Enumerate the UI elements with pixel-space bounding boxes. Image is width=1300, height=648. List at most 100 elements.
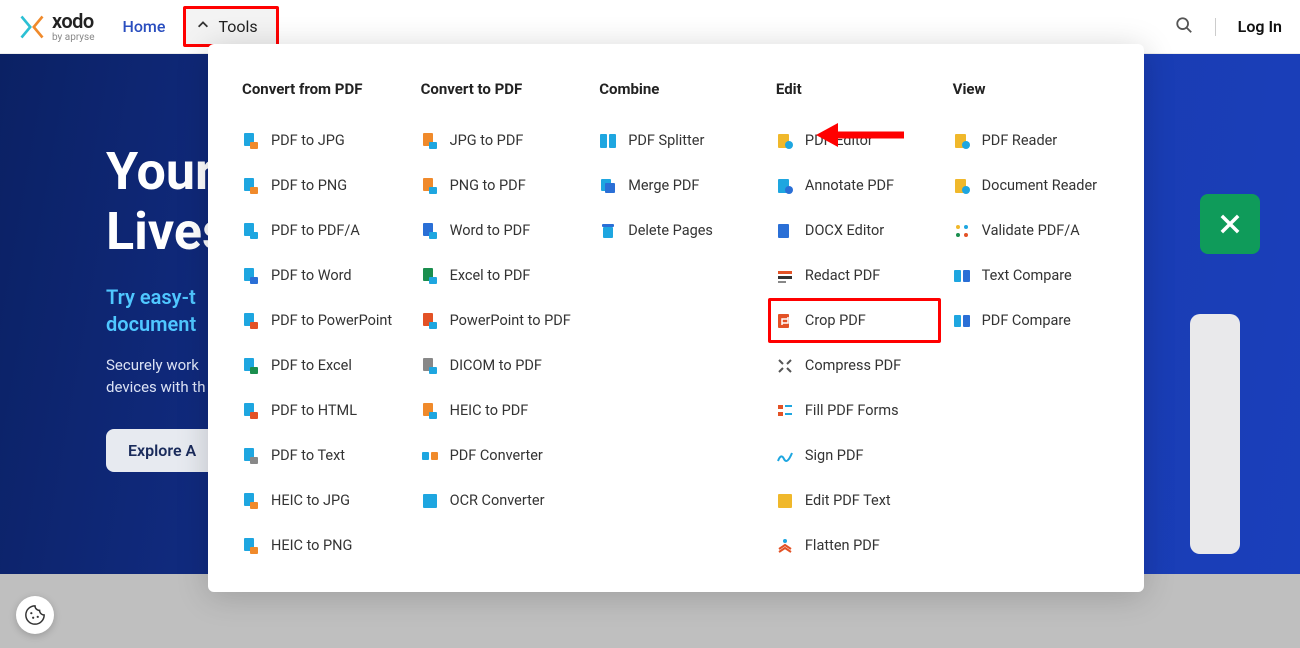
item-text-compare[interactable]: Text Compare (953, 253, 1110, 298)
forms-icon (776, 402, 794, 420)
text-edit-icon (776, 492, 794, 510)
item-annotate-pdf[interactable]: Annotate PDF (776, 163, 941, 208)
phone-mockup (1190, 314, 1240, 554)
item-merge-pdf[interactable]: Merge PDF (599, 163, 764, 208)
nav-tools-button[interactable]: Tools (183, 6, 278, 47)
brand-name: xodo (52, 11, 95, 31)
item-pdf-compare[interactable]: PDF Compare (953, 298, 1110, 343)
doc-reader-icon (953, 177, 971, 195)
pdf-compare-icon (953, 312, 971, 330)
item-pdf-converter[interactable]: PDF Converter (421, 433, 588, 478)
item-pdf-to-excel[interactable]: PDF to Excel (242, 343, 409, 388)
compress-icon (776, 357, 794, 375)
item-pdf-splitter[interactable]: PDF Splitter (599, 118, 764, 163)
hero-desc-line1: Securely work (106, 356, 199, 374)
nav-home[interactable]: Home (123, 17, 166, 36)
file-icon (242, 402, 260, 420)
validate-icon (953, 222, 971, 240)
item-pdf-to-html[interactable]: PDF to HTML (242, 388, 409, 433)
item-pdf-to-ppt[interactable]: PDF to PowerPoint (242, 298, 409, 343)
item-pdf-reader[interactable]: PDF Reader (953, 118, 1110, 163)
item-fill-forms[interactable]: Fill PDF Forms (776, 388, 941, 433)
file-icon (242, 537, 260, 555)
item-validate-pdfa[interactable]: Validate PDF/A (953, 208, 1110, 253)
item-crop-pdf[interactable]: Crop PDF (768, 298, 941, 343)
col-head-combine: Combine (599, 80, 764, 98)
tools-mega-menu: Convert from PDF PDF to JPG PDF to PNG P… (208, 44, 1144, 592)
file-icon (421, 312, 439, 330)
search-icon[interactable] (1175, 16, 1193, 38)
item-pdf-to-png[interactable]: PDF to PNG (242, 163, 409, 208)
item-pdf-to-word[interactable]: PDF to Word (242, 253, 409, 298)
hero-desc-line2: devices with th (106, 378, 205, 396)
reader-icon (953, 132, 971, 150)
file-icon (242, 132, 260, 150)
item-pdf-to-jpg[interactable]: PDF to JPG (242, 118, 409, 163)
login-link[interactable]: Log In (1238, 17, 1282, 36)
editor-icon (776, 132, 794, 150)
cookie-settings-button[interactable] (16, 596, 54, 634)
col-head-convert-to: Convert to PDF (421, 80, 588, 98)
item-heic-to-pdf[interactable]: HEIC to PDF (421, 388, 588, 433)
item-word-to-pdf[interactable]: Word to PDF (421, 208, 588, 253)
item-delete-pages[interactable]: Delete Pages (599, 208, 764, 253)
menu-col-combine: Combine PDF Splitter Merge PDF Delete Pa… (599, 80, 764, 572)
item-ocr-converter[interactable]: OCR Converter (421, 478, 588, 523)
annotation-arrow-icon (816, 120, 906, 154)
item-heic-to-jpg[interactable]: HEIC to JPG (242, 478, 409, 523)
brand-byline: by apryse (52, 33, 95, 43)
file-icon (421, 177, 439, 195)
explore-button[interactable]: Explore A (106, 429, 218, 472)
file-icon (242, 447, 260, 465)
hero-subtitle-line2: document (106, 312, 196, 336)
col-head-edit: Edit (776, 80, 941, 98)
separator (1215, 18, 1216, 36)
item-docx-editor[interactable]: DOCX Editor (776, 208, 941, 253)
item-excel-to-pdf[interactable]: Excel to PDF (421, 253, 588, 298)
file-icon (242, 222, 260, 240)
col-head-view: View (953, 80, 1110, 98)
ocr-icon (421, 492, 439, 510)
item-edit-pdf-text[interactable]: Edit PDF Text (776, 478, 941, 523)
trash-icon (599, 222, 617, 240)
split-icon (599, 132, 617, 150)
menu-col-convert-from-pdf: Convert from PDF PDF to JPG PDF to PNG P… (242, 80, 409, 572)
item-pdf-to-text[interactable]: PDF to Text (242, 433, 409, 478)
hero-subtitle-line1: Try easy-t (106, 285, 196, 309)
header-right: Log In (1175, 16, 1282, 38)
menu-col-view: View PDF Reader Document Reader Validate… (953, 80, 1110, 572)
file-icon (242, 357, 260, 375)
file-icon (421, 267, 439, 285)
excel-tile-icon (1200, 194, 1260, 254)
file-icon (242, 492, 260, 510)
item-sign-pdf[interactable]: Sign PDF (776, 433, 941, 478)
chevron-up-icon (196, 17, 210, 36)
item-png-to-pdf[interactable]: PNG to PDF (421, 163, 588, 208)
item-redact-pdf[interactable]: Redact PDF (776, 253, 941, 298)
item-document-reader[interactable]: Document Reader (953, 163, 1110, 208)
file-icon (421, 357, 439, 375)
text-compare-icon (953, 267, 971, 285)
item-dicom-to-pdf[interactable]: DICOM to PDF (421, 343, 588, 388)
redact-icon (776, 267, 794, 285)
docx-icon (776, 222, 794, 240)
file-icon (421, 132, 439, 150)
item-compress-pdf[interactable]: Compress PDF (776, 343, 941, 388)
file-icon (242, 177, 260, 195)
hero-title-line1: Your (106, 141, 214, 202)
xodo-logo-icon (18, 13, 46, 41)
item-heic-to-png[interactable]: HEIC to PNG (242, 523, 409, 568)
crop-icon (776, 312, 794, 330)
brand-logo[interactable]: xodo by apryse (18, 11, 95, 43)
annotate-icon (776, 177, 794, 195)
converter-icon (421, 447, 439, 465)
item-flatten-pdf[interactable]: Flatten PDF (776, 523, 941, 568)
item-jpg-to-pdf[interactable]: JPG to PDF (421, 118, 588, 163)
item-ppt-to-pdf[interactable]: PowerPoint to PDF (421, 298, 588, 343)
file-icon (242, 312, 260, 330)
merge-icon (599, 177, 617, 195)
flatten-icon (776, 537, 794, 555)
col-head-convert-from: Convert from PDF (242, 80, 409, 98)
item-pdf-to-pdfa[interactable]: PDF to PDF/A (242, 208, 409, 253)
brand-text: xodo by apryse (52, 11, 95, 43)
